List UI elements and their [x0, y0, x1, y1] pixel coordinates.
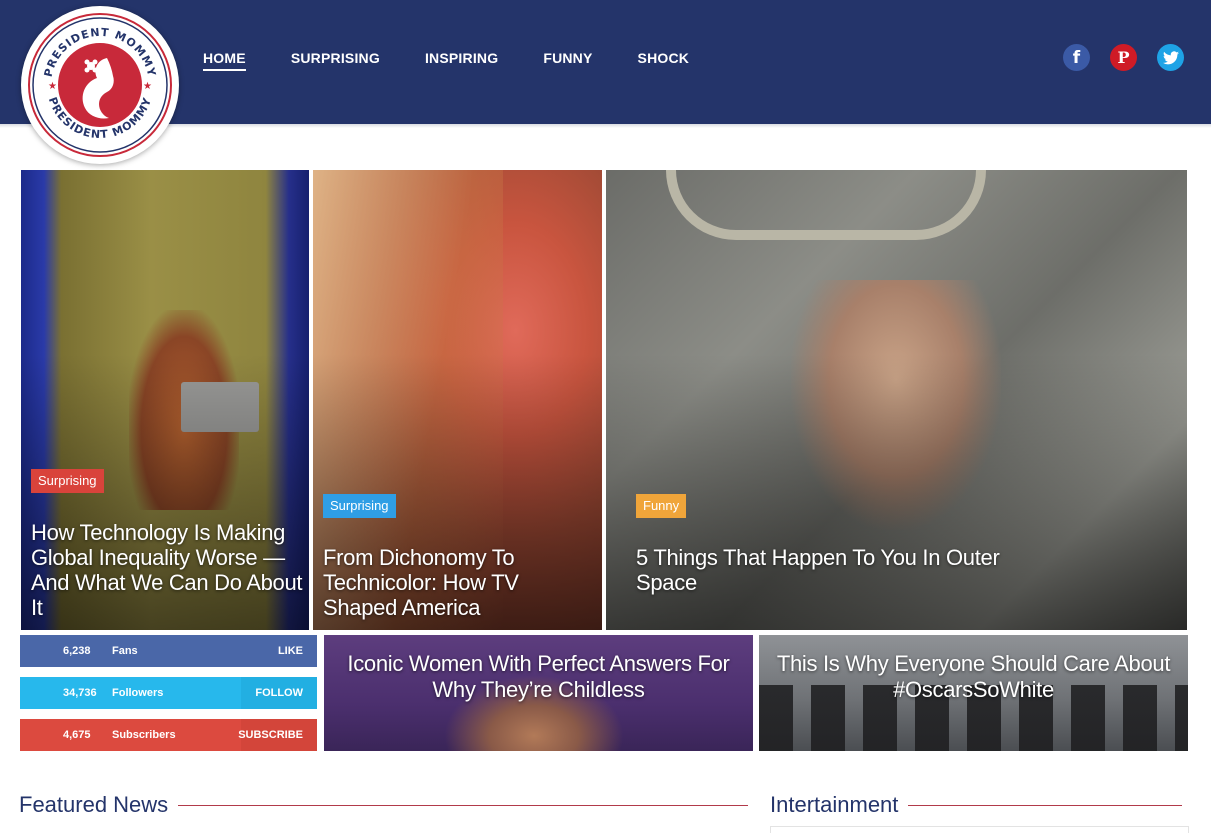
nav-inspiring[interactable]: INSPIRING: [425, 50, 498, 71]
article-tile-space[interactable]: Funny 5 Things That Happen To You In Out…: [606, 170, 1187, 630]
category-badge[interactable]: Surprising: [323, 494, 396, 518]
section-rule: [908, 804, 1182, 806]
svg-text:★: ★: [143, 81, 152, 92]
article-title[interactable]: This Is Why Everyone Should Care About #…: [759, 651, 1188, 703]
youtube-count: 4,675: [63, 729, 91, 741]
nav-home[interactable]: HOME: [203, 50, 246, 71]
site-header: HOME SURPRISING INSPIRING FUNNY SHOCK f …: [0, 0, 1211, 124]
article-tile-oscars[interactable]: This Is Why Everyone Should Care About #…: [759, 635, 1188, 751]
article-tile-tv[interactable]: Surprising From Dichonomy To Technicolor…: [313, 170, 602, 630]
facebook-count: 6,238: [63, 645, 91, 657]
youtube-counter: 4,675 Subscribers SUBSCRIBE: [20, 719, 317, 751]
section-title: Featured News: [19, 792, 169, 817]
youtube-icon: [20, 719, 58, 751]
article-tile-technology[interactable]: Surprising How Technology Is Making Glob…: [21, 170, 309, 630]
article-title[interactable]: From Dichonomy To Technicolor: How TV Sh…: [323, 545, 593, 620]
facebook-label: Fans: [112, 645, 138, 657]
entertainment-box: [770, 826, 1189, 833]
facebook-icon: [20, 635, 58, 667]
youtube-label: Subscribers: [112, 729, 176, 741]
article-image: [666, 170, 986, 240]
article-title[interactable]: Iconic Women With Perfect Answers For Wh…: [324, 651, 753, 703]
main-nav: HOME SURPRISING INSPIRING FUNNY SHOCK: [203, 50, 734, 71]
svg-text:★: ★: [48, 81, 57, 92]
featured-news-heading: Featured News: [19, 790, 748, 820]
twitter-icon: [20, 677, 58, 709]
twitter-count: 34,736: [63, 687, 97, 699]
facebook-counter: 6,238 Fans LIKE: [20, 635, 317, 667]
category-badge[interactable]: Funny: [636, 494, 687, 518]
nav-shock[interactable]: SHOCK: [638, 50, 690, 71]
article-title[interactable]: How Technology Is Making Global Inequali…: [31, 520, 306, 620]
twitter-counter: 34,736 Followers FOLLOW: [20, 677, 317, 709]
section-rule: [178, 804, 748, 806]
facebook-icon[interactable]: f: [1063, 44, 1090, 71]
header-shadow: [0, 124, 1211, 128]
site-logo[interactable]: PRESIDENT MOMMY PRESIDENT MOMMY ★ ★: [21, 6, 179, 164]
entertainment-heading: Intertainment: [770, 790, 1182, 820]
article-title[interactable]: 5 Things That Happen To You In Outer Spa…: [636, 545, 1056, 595]
like-button[interactable]: LIKE: [241, 635, 317, 667]
subscribe-button[interactable]: SUBSCRIBE: [238, 719, 317, 751]
logo-seal: PRESIDENT MOMMY PRESIDENT MOMMY ★ ★: [28, 13, 172, 157]
nav-funny[interactable]: FUNNY: [543, 50, 592, 71]
pinterest-icon[interactable]: P: [1110, 44, 1137, 71]
section-title: Intertainment: [770, 792, 899, 817]
twitter-label: Followers: [112, 687, 164, 699]
twitter-icon[interactable]: [1157, 44, 1184, 71]
nav-surprising[interactable]: SURPRISING: [291, 50, 380, 71]
follow-button[interactable]: FOLLOW: [241, 677, 317, 709]
category-badge[interactable]: Surprising: [31, 469, 104, 493]
article-tile-iconic-women[interactable]: Iconic Women With Perfect Answers For Wh…: [324, 635, 753, 751]
